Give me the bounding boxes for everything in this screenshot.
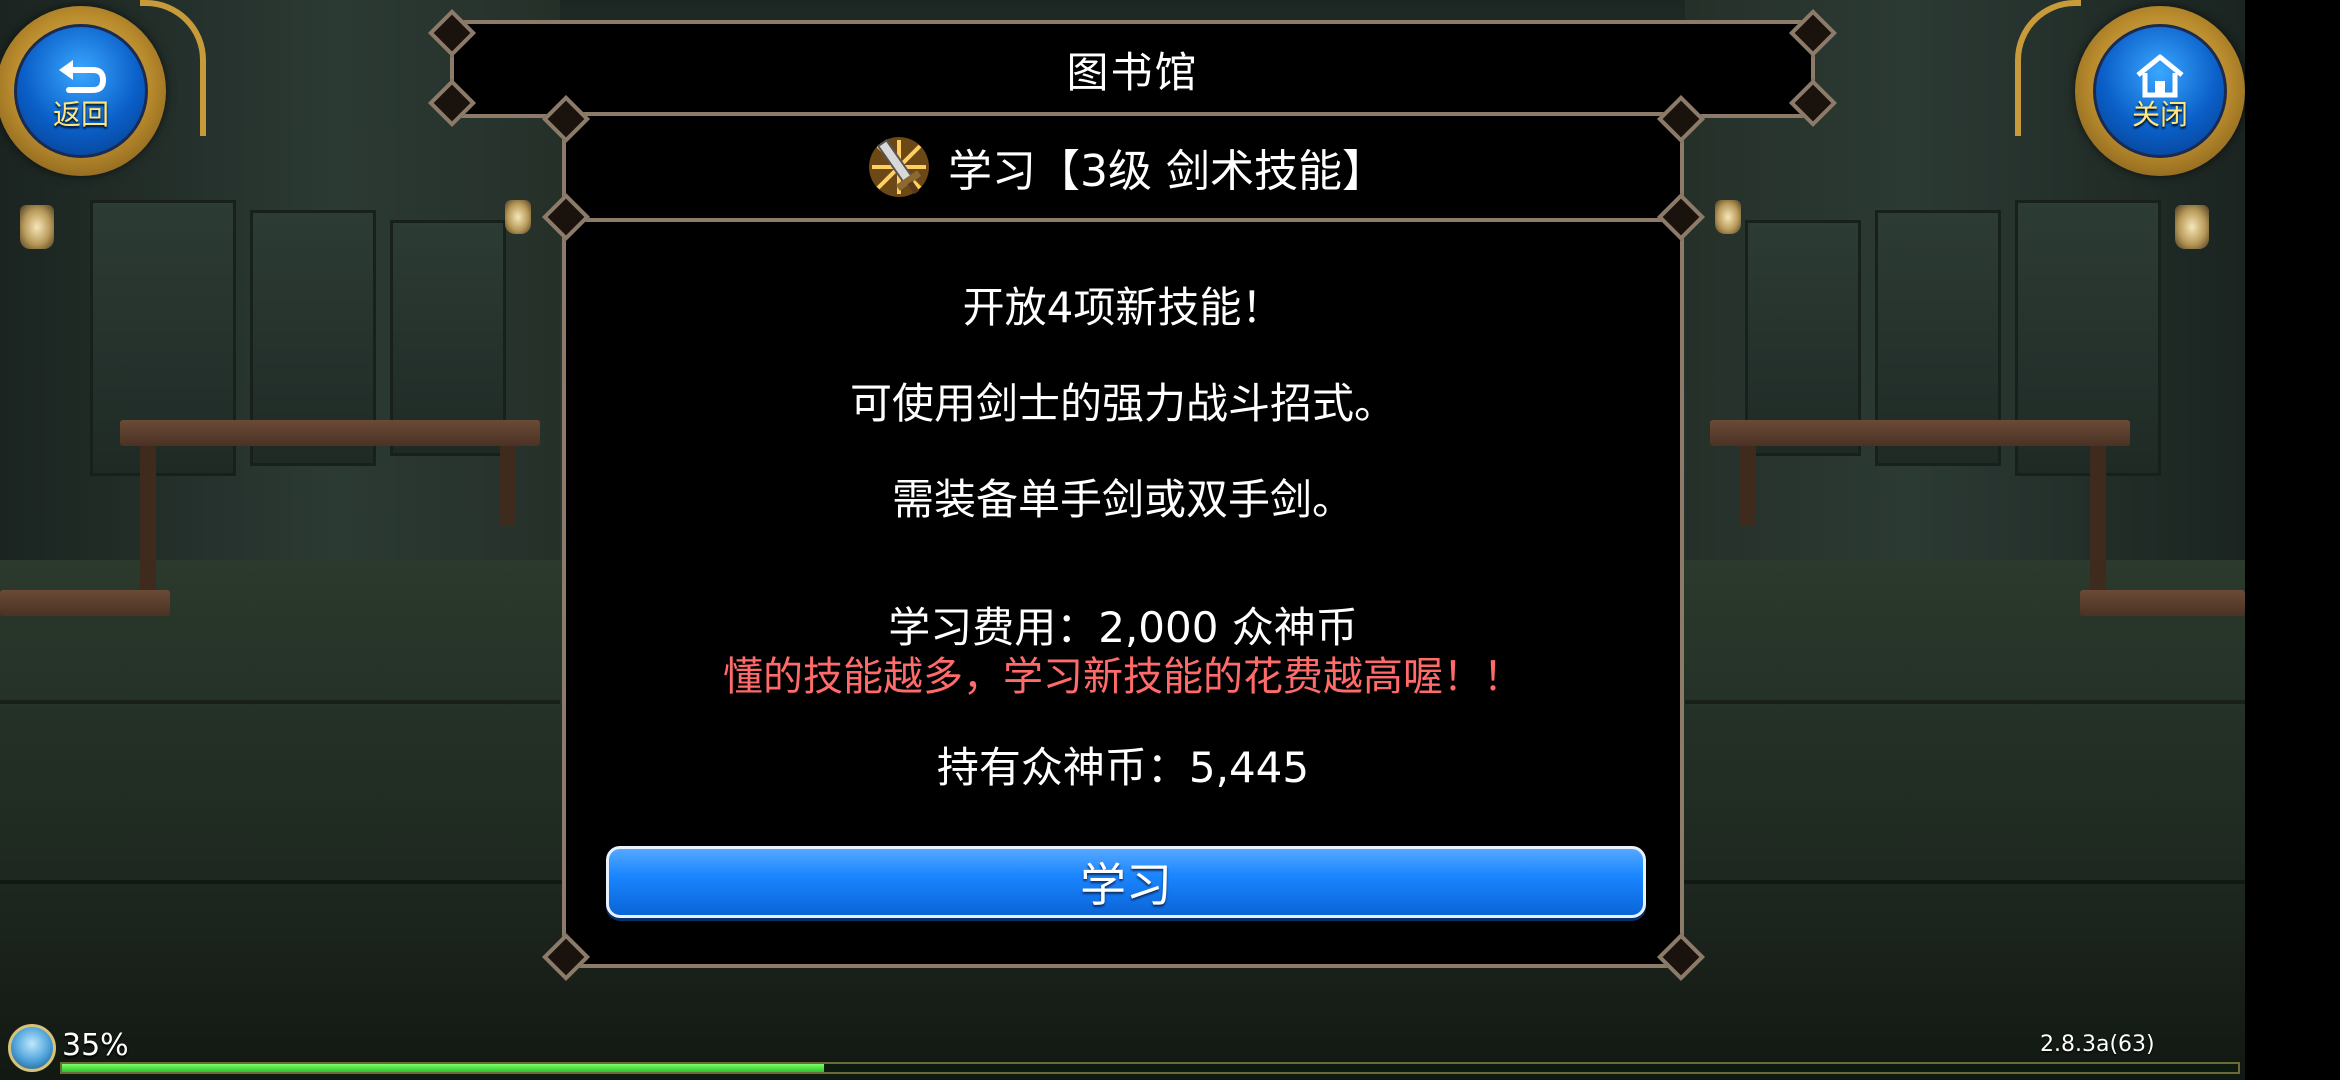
background-table-leg bbox=[140, 446, 156, 596]
version-label: 2.8.3a(63) bbox=[2040, 1032, 2155, 1057]
description-line-1: 开放4项新技能！ bbox=[962, 283, 1284, 332]
dialog-header: 学习【3级 剑术技能】 bbox=[566, 116, 1680, 222]
back-arrow-icon bbox=[51, 53, 111, 99]
screen-title-bar: 图书馆 bbox=[450, 20, 1815, 118]
background-bench bbox=[0, 590, 170, 616]
background-table bbox=[120, 420, 540, 446]
learn-button[interactable]: 学习 bbox=[606, 846, 1646, 918]
background-table-leg bbox=[500, 446, 516, 526]
owned-currency: 持有众神币：5,445 bbox=[936, 743, 1310, 792]
description-line-2: 可使用剑士的强力战斗招式。 bbox=[849, 379, 1396, 428]
sword-skill-icon bbox=[860, 128, 938, 206]
screen-title: 图书馆 bbox=[1066, 47, 1199, 97]
back-label: 返回 bbox=[52, 98, 109, 131]
wall-lamp bbox=[505, 200, 531, 234]
back-button[interactable]: 返回 bbox=[0, 6, 166, 176]
background-table-leg bbox=[2090, 446, 2106, 596]
loading-progress-fill bbox=[62, 1064, 824, 1072]
wall-lamp bbox=[1715, 200, 1741, 234]
loading-percent: 35% bbox=[62, 1028, 129, 1063]
wall-lamp bbox=[2175, 205, 2209, 249]
home-icon bbox=[2130, 53, 2190, 99]
loading-orb-icon bbox=[8, 1024, 56, 1072]
dialog-header-text: 学习【3级 剑术技能】 bbox=[948, 146, 1386, 197]
close-button[interactable]: 关闭 bbox=[2075, 6, 2245, 176]
floor-line bbox=[0, 700, 560, 704]
background-table bbox=[1710, 420, 2130, 446]
screen-edge-bar bbox=[2245, 0, 2340, 1080]
learn-button-label: 学习 bbox=[1080, 858, 1172, 912]
back-button-face[interactable]: 返回 bbox=[14, 24, 148, 158]
game-scene: 返回 关闭 图书馆 学习【3级 剑术技能】 开放4项新技能！ 可使用剑士的强力战… bbox=[0, 0, 2245, 1080]
close-button-face[interactable]: 关闭 bbox=[2093, 24, 2227, 158]
background-table-leg bbox=[1740, 446, 1756, 526]
floor-line bbox=[1685, 700, 2245, 704]
description-line-3: 需装备单手剑或双手剑。 bbox=[891, 475, 1354, 524]
cost-warning: 懂的技能越多，学习新技能的花费越高喔！！ bbox=[723, 654, 1523, 700]
close-label: 关闭 bbox=[2131, 98, 2188, 131]
background-bench bbox=[2080, 590, 2245, 616]
wall-lamp bbox=[20, 205, 54, 249]
learn-skill-dialog: 学习【3级 剑术技能】 开放4项新技能！ 可使用剑士的强力战斗招式。 需装备单手… bbox=[562, 112, 1684, 968]
loading-progress-bar bbox=[60, 1062, 2240, 1074]
